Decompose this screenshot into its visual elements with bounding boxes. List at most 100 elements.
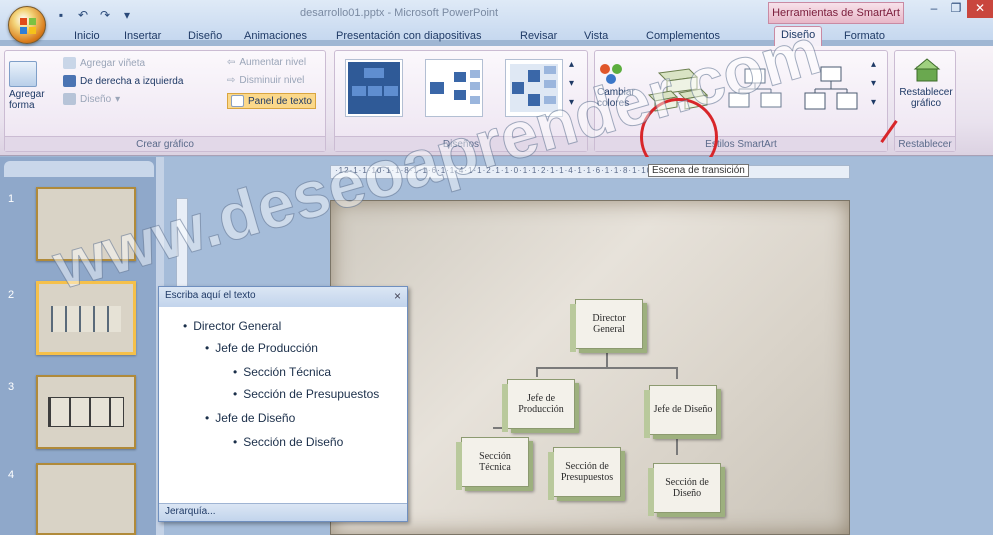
slide-thumbnail-selected[interactable]	[36, 281, 136, 355]
tab-animaciones[interactable]: Animaciones	[238, 28, 313, 44]
org-chart-layout-icon	[348, 62, 400, 114]
more-icon[interactable]: ▾	[871, 97, 876, 108]
connector-line	[676, 367, 678, 379]
org-node-production-head[interactable]: Jefe de Producción	[502, 379, 575, 432]
style-flat[interactable]	[723, 59, 787, 123]
text-pane-icon	[231, 95, 244, 107]
office-button[interactable]	[8, 6, 46, 44]
minimize-icon[interactable]: –	[923, 0, 945, 18]
text-item[interactable]: Sección Técnica	[233, 365, 331, 379]
right-to-left-button[interactable]: De derecha a izquierda	[63, 75, 183, 87]
tab-insertar[interactable]: Insertar	[118, 28, 167, 44]
text-pane-body[interactable]: Director General Jefe de Producción Secc…	[159, 307, 407, 503]
layout-design-button[interactable]: Diseño ▾	[63, 93, 120, 105]
org-node-budget[interactable]: Sección de Presupuestos	[548, 447, 621, 500]
tooltip: Escena de transición	[648, 164, 749, 177]
reset-graphic-label: Restablecer gráfico	[899, 87, 953, 109]
save-icon[interactable]: ▪	[52, 6, 70, 24]
ribbon-tabs: Inicio Insertar Diseño Animaciones Prese…	[0, 24, 993, 46]
tab-presentacion[interactable]: Presentación con diapositivas	[330, 28, 488, 44]
slide-thumbnail[interactable]	[36, 375, 136, 449]
contextual-tools-title: Herramientas de SmartArt	[768, 2, 904, 24]
group-create-graphic: Agregar forma Agregar viñeta De derecha …	[4, 50, 326, 152]
org-node-director[interactable]: Director General	[570, 299, 643, 352]
customize-qat-icon[interactable]: ▾	[118, 6, 136, 24]
text-item[interactable]: Sección de Diseño	[233, 435, 343, 449]
group-layouts: ▴ ▾ ▾ Diseños	[334, 50, 588, 152]
promote-label: Aumentar nivel	[239, 57, 307, 68]
org-node-design-head[interactable]: Jefe de Diseño	[644, 385, 717, 438]
tab-revisar[interactable]: Revisar	[514, 28, 563, 44]
connector-line	[676, 437, 678, 455]
smartart-text-pane: Escriba aquí el texto × Director General…	[158, 286, 408, 522]
tab-diseno[interactable]: Diseño	[182, 28, 228, 44]
reset-graphic-button[interactable]: Restablecer gráfico	[899, 57, 953, 109]
slide-thumbnail[interactable]	[36, 463, 136, 535]
promote-icon: ⇦	[227, 57, 236, 68]
chevron-down-icon[interactable]: ▾	[871, 78, 876, 89]
text-item[interactable]: Jefe de Producción	[205, 341, 318, 355]
org-layout-icon	[63, 93, 76, 105]
add-bullet-button[interactable]: Agregar viñeta	[63, 57, 145, 69]
horizontal-hierarchy-icon	[510, 64, 558, 112]
add-shape-button[interactable]: Agregar forma	[9, 61, 49, 111]
restore-icon[interactable]: ❐	[945, 0, 967, 18]
layout-org-chart[interactable]	[345, 59, 403, 117]
group-label: Restablecer	[895, 136, 955, 151]
layout-design-label: Diseño	[80, 93, 112, 105]
redo-icon[interactable]: ↷	[96, 6, 114, 24]
table-thumb	[48, 397, 124, 427]
ribbon: Agregar forma Agregar viñeta De derecha …	[0, 46, 993, 176]
group-label: Diseños	[335, 136, 587, 151]
tab-inicio[interactable]: Inicio	[68, 28, 106, 44]
text-item[interactable]: Sección de Presupuestos	[233, 387, 379, 401]
text-item[interactable]: Director General	[183, 319, 281, 333]
layout-hierarchy[interactable]	[425, 59, 483, 117]
add-bullet-label: Agregar viñeta	[80, 57, 146, 69]
hierarchy-layout-icon	[430, 70, 480, 104]
add-shape-icon	[9, 61, 37, 87]
tab-vista[interactable]: Vista	[578, 28, 614, 44]
chevron-up-icon[interactable]: ▴	[871, 59, 876, 70]
style-outline[interactable]	[799, 59, 863, 123]
promote-button[interactable]: ⇦ Aumentar nivel	[227, 57, 306, 68]
org-node-technical[interactable]: Sección Técnica	[456, 437, 529, 490]
table-thumb	[51, 306, 121, 332]
demote-button[interactable]: ⇨ Disminuir nivel	[227, 75, 304, 86]
slide-canvas[interactable]: Director General Jefe de Producción Jefe…	[330, 200, 850, 535]
tab-smartart-diseno[interactable]: Diseño	[774, 26, 823, 46]
layout-horizontal-hierarchy[interactable]	[505, 59, 563, 117]
text-pane-button[interactable]: Panel de texto	[227, 93, 316, 109]
tab-complementos[interactable]: Complementos	[640, 28, 726, 44]
text-item[interactable]: Jefe de Diseño	[205, 411, 295, 425]
pane-tabs[interactable]	[4, 161, 154, 177]
layouts-scroll[interactable]: ▴ ▾ ▾	[569, 59, 574, 108]
quick-access-toolbar: ▪ ↶ ↷ ▾	[52, 6, 136, 24]
slide-number: 3	[8, 381, 15, 393]
tab-formato[interactable]: Formato	[838, 28, 891, 44]
style-flat-icon	[728, 68, 782, 108]
more-icon[interactable]: ▾	[569, 97, 574, 108]
text-pane-title: Escriba aquí el texto	[165, 290, 256, 301]
styles-scroll[interactable]: ▴ ▾ ▾	[871, 59, 876, 108]
slides-pane: 1 2 3 4	[0, 157, 160, 535]
right-to-left-icon	[63, 75, 76, 87]
org-node-design-section[interactable]: Sección de Diseño	[648, 463, 721, 516]
undo-icon[interactable]: ↶	[74, 6, 92, 24]
slide-thumbnail[interactable]	[36, 187, 136, 261]
group-reset: Restablecer gráfico Restablecer	[894, 50, 956, 152]
change-colors-button[interactable]: Cambiar colores	[597, 61, 639, 109]
add-shape-label: Agregar forma	[9, 89, 45, 111]
change-colors-label: Cambiar colores	[597, 87, 635, 109]
connector-line	[606, 351, 608, 367]
close-icon[interactable]: ✕	[967, 0, 993, 18]
chevron-down-icon[interactable]: ▾	[569, 78, 574, 89]
right-to-left-label: De derecha a izquierda	[80, 75, 184, 87]
chevron-down-icon: ▾	[115, 93, 121, 105]
office-logo-icon	[20, 18, 36, 34]
connector-line	[536, 367, 676, 369]
chevron-up-icon[interactable]: ▴	[569, 59, 574, 70]
close-icon[interactable]: ×	[394, 289, 401, 303]
text-pane-footer-link[interactable]: Jerarquía...	[159, 503, 407, 521]
text-pane-label: Panel de texto	[248, 95, 312, 107]
